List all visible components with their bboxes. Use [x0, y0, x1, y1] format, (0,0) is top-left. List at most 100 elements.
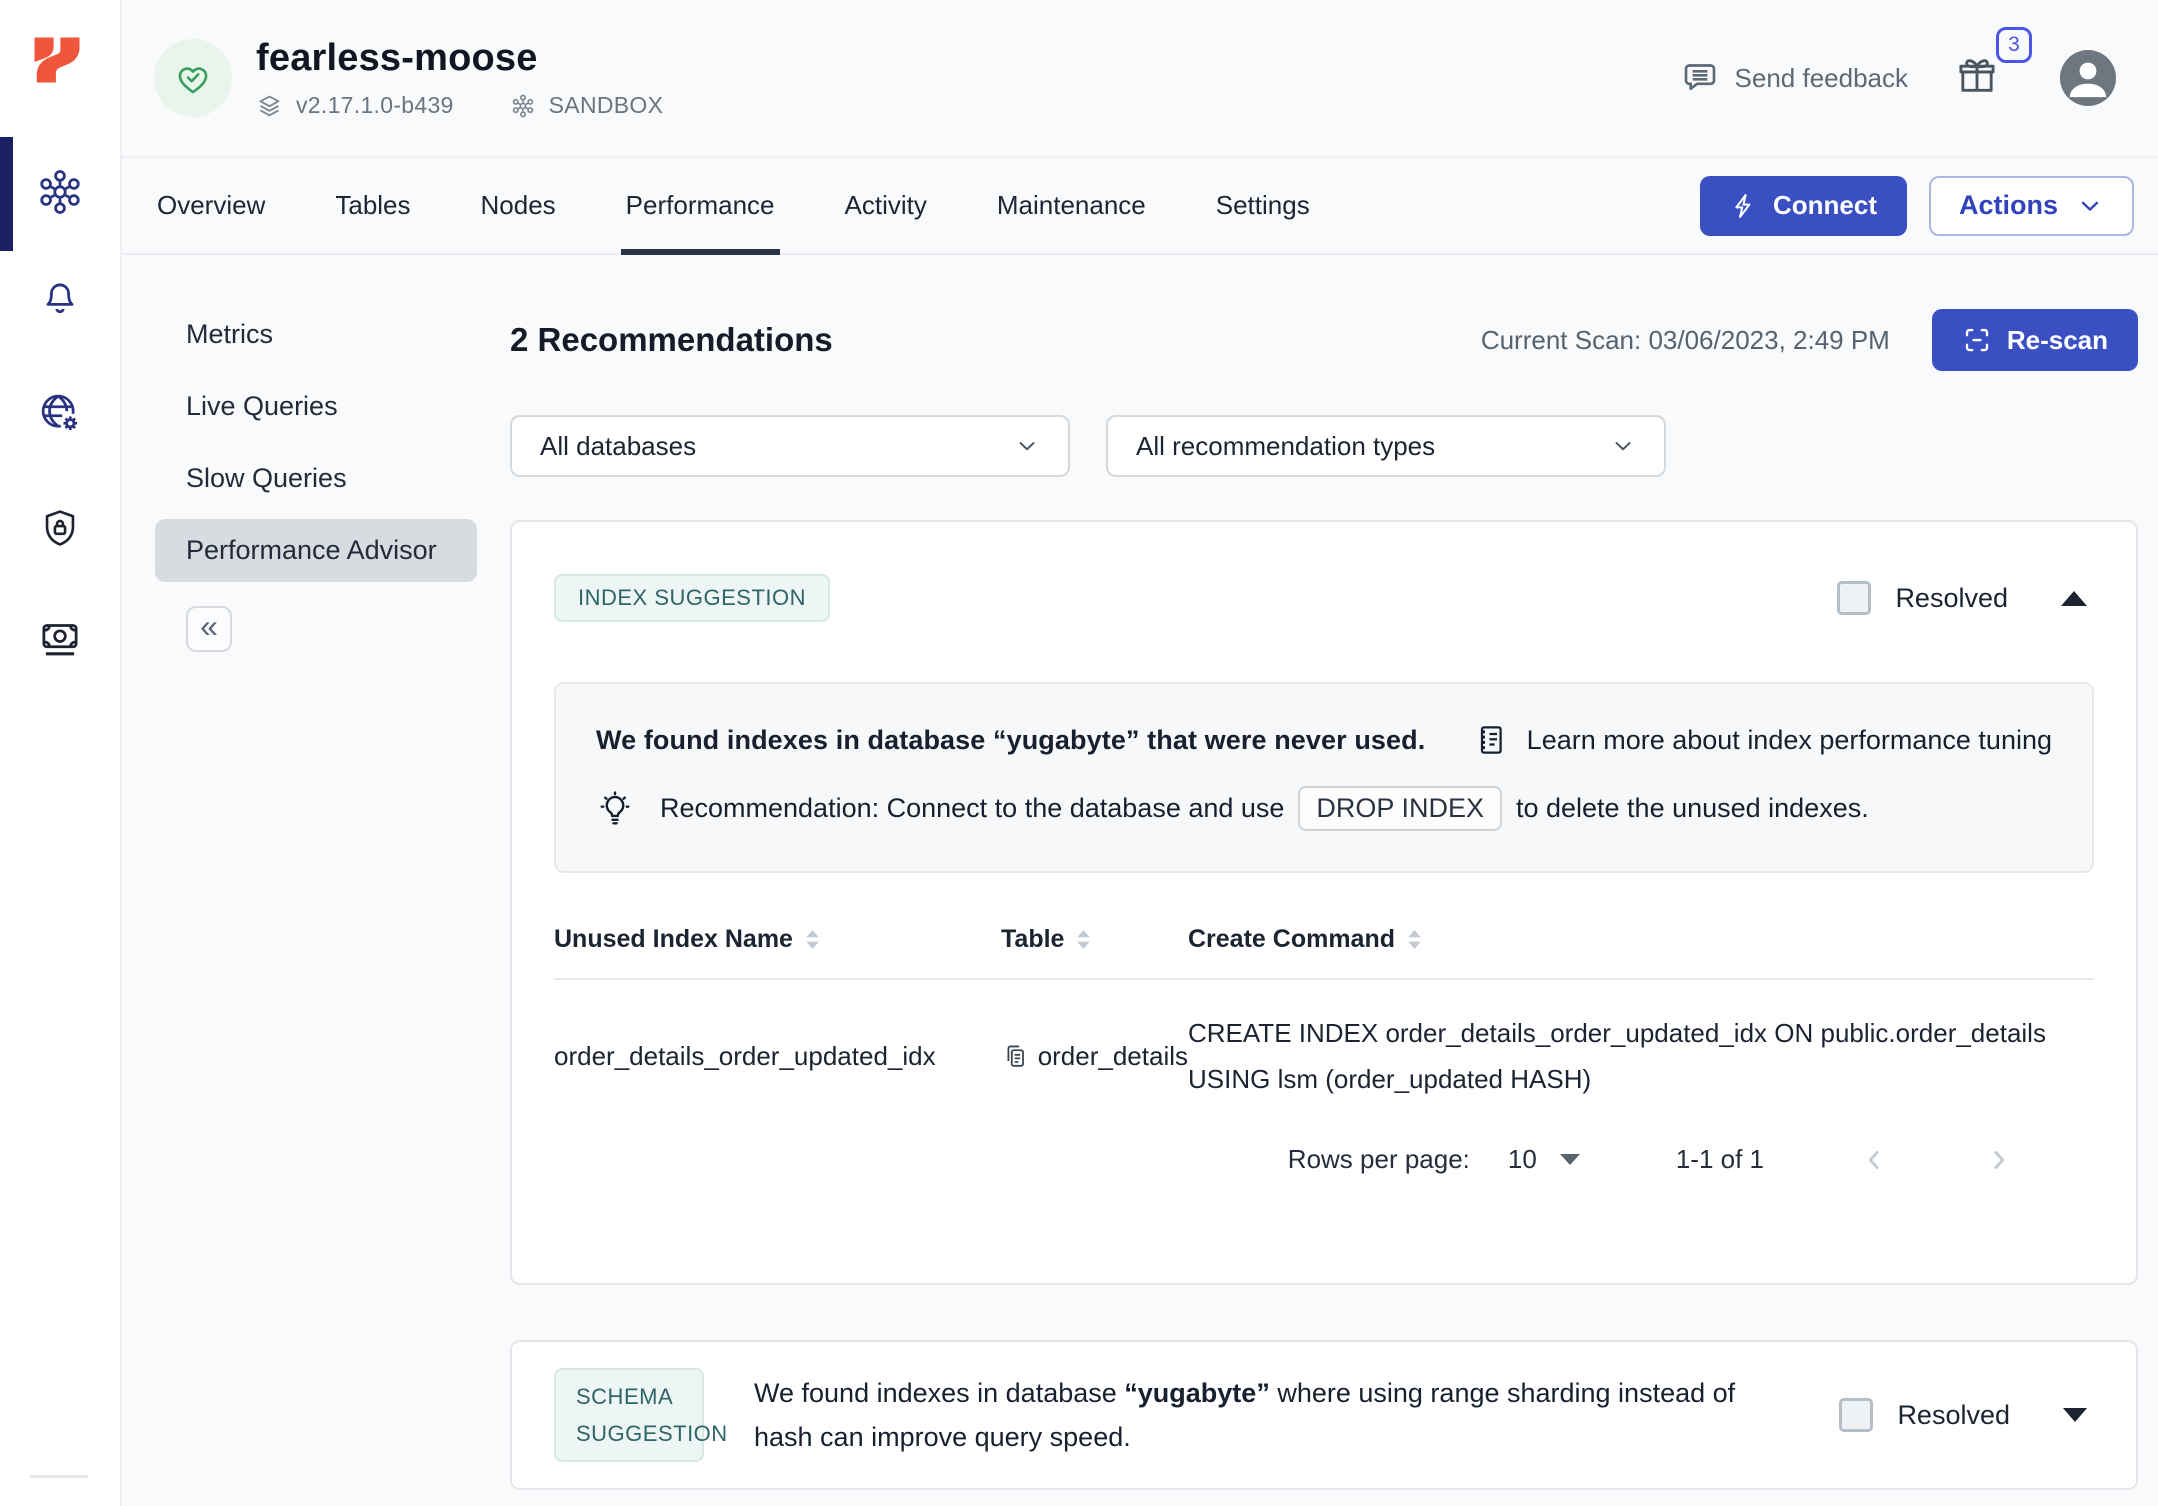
collapse-sidenav-button[interactable]: « [186, 606, 232, 652]
expand-card-button[interactable] [2056, 1401, 2094, 1429]
sandbox-cluster-icon [510, 93, 536, 119]
tab-actions: Connect Actions [1700, 176, 2134, 236]
subnav-item-slow-queries[interactable]: Slow Queries [155, 447, 477, 510]
billing-money-icon [38, 616, 82, 660]
cluster-meta: v2.17.1.0-b439 SANDBOX [256, 92, 663, 119]
tab-activity[interactable]: Activity [845, 158, 927, 253]
chevron-down-icon [1610, 433, 1636, 459]
chevron-down-icon [2076, 192, 2104, 220]
yugabyte-managed-app: fearless-moose v2.17.1.0-b439 SANDBOX [0, 0, 2158, 1506]
cluster-tabs: Overview Tables Nodes Performance Activi… [157, 158, 1310, 253]
collapse-chevrons-icon: « [200, 610, 218, 642]
connect-button[interactable]: Connect [1700, 176, 1907, 236]
triangle-up-icon [2060, 590, 2088, 607]
cluster-version-label: v2.17.1.0-b439 [296, 92, 454, 119]
resolved-checkbox[interactable] [1837, 581, 1871, 615]
resolved-label: Resolved [1897, 1400, 2010, 1431]
cluster-version: v2.17.1.0-b439 [256, 92, 454, 119]
whats-new-count-badge: 3 [1996, 27, 2032, 63]
yugabyte-logo[interactable] [30, 32, 84, 88]
index-summary-box: We found indexes in database “yugabyte” … [554, 682, 2094, 873]
rows-per-page-dropdown[interactable] [1559, 1153, 1581, 1166]
cluster-title-block: fearless-moose v2.17.1.0-b439 SANDBOX [256, 37, 663, 119]
sidebar-item-usage-billing[interactable] [0, 596, 120, 680]
rows-per-page-value[interactable]: 10 [1508, 1144, 1537, 1175]
sidebar-divider [30, 1475, 88, 1478]
heart-check-icon [170, 55, 216, 101]
advisor-filters: All databases All recommendation types [510, 415, 2138, 477]
learn-more-link[interactable]: Learn more about index performance tunin… [1473, 722, 2052, 758]
previous-page-button[interactable] [1859, 1145, 1889, 1175]
cluster-health-icon [154, 39, 232, 117]
subnav-item-live-queries[interactable]: Live Queries [155, 375, 477, 438]
sidebar-item-network-access[interactable] [0, 371, 120, 455]
column-header-unused-index-name[interactable]: Unused Index Name [554, 925, 1001, 954]
tab-maintenance[interactable]: Maintenance [997, 158, 1146, 253]
topbar-actions: Send feedback 3 [1680, 50, 2116, 106]
layers-icon [256, 92, 283, 119]
performance-content: Metrics Live Queries Slow Queries Perfor… [122, 255, 2158, 1506]
table-header-row: Unused Index Name Table Create Command [554, 925, 2094, 980]
triangle-down-icon [2062, 1407, 2088, 1423]
index-suggestion-card: INDEX SUGGESTION Resolved We found index… [510, 520, 2138, 1285]
cluster-tabbar: Overview Tables Nodes Performance Activi… [122, 158, 2158, 255]
send-feedback-button[interactable]: Send feedback [1680, 58, 1908, 98]
user-avatar-icon [2060, 50, 2116, 106]
subnav-item-metrics[interactable]: Metrics [155, 303, 477, 366]
sidebar-item-security[interactable] [0, 486, 120, 570]
lightning-bolt-icon [1730, 192, 1758, 220]
sort-icon [1407, 929, 1422, 950]
index-recommendation-text: Recommendation: Connect to the database … [596, 786, 2052, 831]
column-header-table[interactable]: Table [1001, 925, 1188, 954]
resolved-label: Resolved [1895, 583, 2008, 614]
schema-suggestion-badge: SCHEMA SUGGESTION [554, 1368, 704, 1463]
tab-performance[interactable]: Performance [626, 158, 775, 253]
cell-table-name: order_details [1038, 1041, 1188, 1072]
rescan-button[interactable]: Re-scan [1932, 309, 2138, 371]
whats-new-button[interactable]: 3 [1954, 51, 2000, 106]
rescan-label: Re-scan [2007, 325, 2108, 356]
recommendation-type-filter-select[interactable]: All recommendation types [1106, 415, 1666, 477]
database-filter-select[interactable]: All databases [510, 415, 1070, 477]
sort-icon [805, 929, 820, 950]
cell-create-command: CREATE INDEX order_details_order_updated… [1188, 1010, 2094, 1102]
current-scan-timestamp: Current Scan: 03/06/2023, 2:49 PM [1481, 325, 1890, 356]
cluster-network-icon [37, 169, 83, 215]
copy-icon[interactable] [1001, 1041, 1030, 1071]
column-header-create-command[interactable]: Create Command [1188, 925, 2094, 954]
security-shield-lock-icon [39, 507, 81, 549]
table-row: order_details_order_updated_idx order_de… [554, 980, 2094, 1134]
gift-icon [1954, 51, 2000, 99]
network-globe-settings-icon [38, 391, 82, 435]
feedback-bubble-icon [1680, 58, 1720, 98]
tab-settings[interactable]: Settings [1216, 158, 1310, 253]
sidebar-item-alerts[interactable] [0, 255, 120, 339]
triangle-down-icon [1559, 1153, 1581, 1166]
sidebar-item-clusters[interactable] [0, 150, 120, 234]
yugabyte-logo-icon [30, 32, 84, 88]
subnav-item-performance-advisor[interactable]: Performance Advisor [155, 519, 477, 582]
connect-label: Connect [1773, 190, 1877, 221]
chevron-down-icon [1014, 433, 1040, 459]
table-pagination: Rows per page: 10 1-1 of 1 [554, 1144, 2094, 1175]
resolved-checkbox[interactable] [1839, 1398, 1873, 1432]
tab-overview[interactable]: Overview [157, 158, 265, 253]
pagination-range: 1-1 of 1 [1676, 1144, 1764, 1175]
sort-icon [1076, 929, 1091, 950]
collapse-card-button[interactable] [2054, 584, 2094, 613]
tab-tables[interactable]: Tables [335, 158, 410, 253]
advisor-main: 2 Recommendations Current Scan: 03/06/20… [510, 255, 2138, 1490]
sidebar [0, 0, 122, 1506]
database-name: “yugabyte” [993, 725, 1140, 755]
actions-button[interactable]: Actions [1929, 176, 2134, 236]
performance-subnav: Metrics Live Queries Slow Queries Perfor… [155, 303, 477, 652]
tab-nodes[interactable]: Nodes [481, 158, 556, 253]
user-avatar[interactable] [2060, 50, 2116, 106]
chevron-right-icon [1984, 1145, 2014, 1175]
next-page-button[interactable] [1984, 1145, 2014, 1175]
cell-index-name: order_details_order_updated_idx [554, 1041, 1001, 1072]
cluster-header: fearless-moose v2.17.1.0-b439 SANDBOX [122, 0, 2158, 158]
scan-icon [1962, 325, 1992, 355]
cluster-name: fearless-moose [256, 37, 663, 80]
book-icon [1473, 722, 1509, 758]
